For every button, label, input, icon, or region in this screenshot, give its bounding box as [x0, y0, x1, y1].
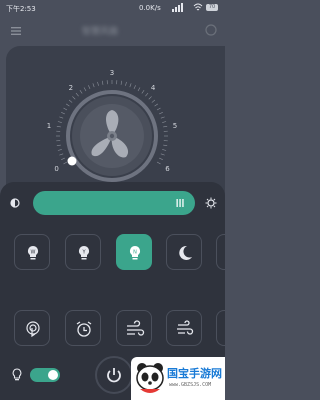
- slider-grip-icon[interactable]: [175, 198, 185, 208]
- bulb-w-icon: W: [28, 246, 38, 260]
- dial-tick-label: 4: [151, 84, 156, 92]
- mode-natural-light-button[interactable]: N: [116, 234, 152, 270]
- menu-icon[interactable]: [10, 25, 22, 37]
- mode-yellow-light-button[interactable]: Y: [65, 234, 101, 270]
- mode-warm-light-button[interactable]: W: [14, 234, 50, 270]
- brightness-slider[interactable]: [33, 191, 195, 215]
- dial-tick-label: 0: [54, 165, 58, 173]
- brightness-low-icon: [10, 198, 20, 208]
- wind-mode-button[interactable]: [116, 310, 152, 346]
- bulb-n-icon: N: [130, 246, 140, 260]
- mode-extra-button-2[interactable]: [216, 310, 225, 346]
- mode-extra-button[interactable]: [216, 234, 225, 270]
- light-toggle[interactable]: [30, 368, 60, 382]
- app-bar: 智慧风扇: [0, 16, 225, 46]
- wind-alt-icon: [177, 320, 194, 335]
- touch-mode-button[interactable]: [14, 310, 50, 346]
- dial-tick-label: 2: [69, 84, 73, 92]
- moon-icon: [179, 245, 192, 260]
- battery-icon: 70: [206, 4, 218, 11]
- status-bar: 下午2:53 0.0K/s 70: [0, 0, 225, 16]
- dial-tick-label: 3: [110, 69, 114, 77]
- power-button[interactable]: [95, 356, 133, 394]
- power-icon: [107, 368, 121, 383]
- fan-speed-dial[interactable]: 0 1 2 3 4 5 6: [0, 46, 225, 182]
- network-speed: 0.0K/s: [139, 4, 161, 12]
- dial-tick-label: 1: [47, 122, 51, 130]
- alarm-clock-icon: [76, 321, 92, 337]
- dial-tick-label: 5: [173, 122, 177, 130]
- svg-text:N: N: [133, 250, 137, 256]
- toggle-knob[interactable]: [48, 370, 58, 380]
- brightness-high-icon: [205, 197, 217, 209]
- mode-night-button[interactable]: [166, 234, 202, 270]
- watermark-url: www.GBZSJS.COM: [169, 382, 212, 388]
- timer-button[interactable]: [65, 310, 101, 346]
- panda-logo-icon: [136, 363, 164, 393]
- dial-knob[interactable]: [67, 156, 77, 166]
- wind-icon: [127, 320, 145, 336]
- svg-text:W: W: [31, 250, 36, 256]
- watermark: 国宝手游网 www.GBZSJS.COM: [131, 357, 225, 400]
- touch-icon: [26, 321, 40, 338]
- natural-wind-button[interactable]: [166, 310, 202, 346]
- status-time: 下午2:53: [6, 5, 36, 13]
- signal-icon: [172, 3, 183, 12]
- wifi-icon: [193, 3, 203, 11]
- more-icon[interactable]: [205, 24, 217, 36]
- page-title: 智慧风扇: [82, 27, 119, 37]
- dial-tick-label: 6: [165, 165, 170, 173]
- watermark-brand: 国宝手游网: [167, 367, 222, 380]
- light-bulb-icon: [12, 368, 22, 381]
- bulb-y-icon: Y: [79, 246, 89, 260]
